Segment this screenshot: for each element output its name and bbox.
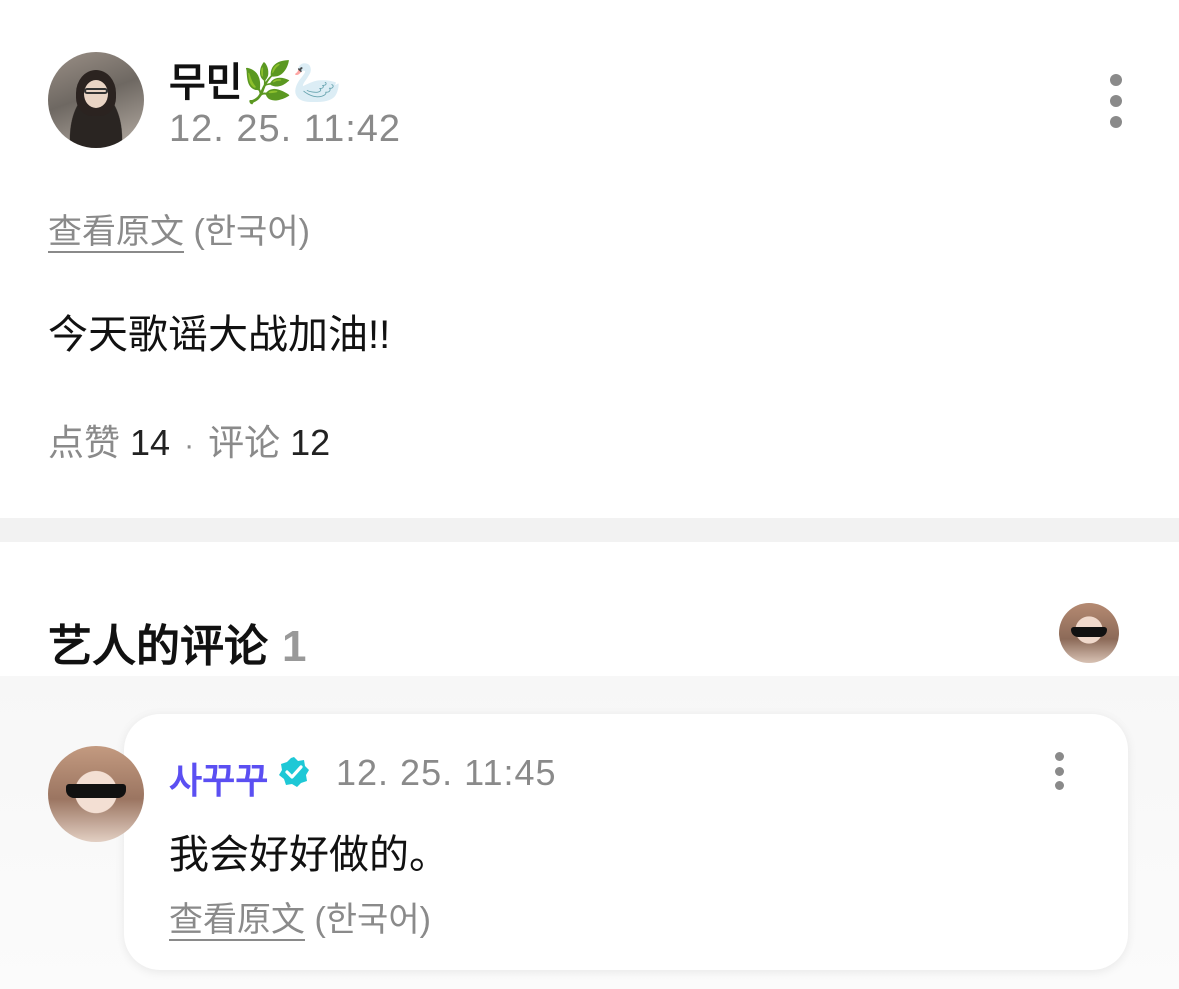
commenter-name[interactable]: 사꾸꾸 <box>169 752 268 804</box>
original-language: (한국어) <box>193 213 310 251</box>
comments-label[interactable]: 评论 <box>208 422 280 463</box>
commenter-avatar[interactable] <box>48 746 144 842</box>
post-stats: 点赞 14 · 评论 12 <box>48 414 330 466</box>
comment-view-original: 查看原文 (한국어) <box>169 892 431 941</box>
view-original-link[interactable]: 查看原文 <box>48 213 184 251</box>
post-timestamp: 12. 25. 11:42 <box>169 108 402 150</box>
avatar-face <box>84 80 108 108</box>
sunglasses <box>66 784 126 798</box>
view-original-link[interactable]: 查看原文 <box>169 901 305 939</box>
dot <box>1110 74 1122 86</box>
dot <box>1054 766 1064 776</box>
sunglasses <box>1071 627 1107 637</box>
dot <box>1110 95 1122 107</box>
original-language: (한국어) <box>314 901 431 939</box>
author-name-text: 무민 <box>169 61 243 105</box>
likes-count: 14 <box>130 422 171 463</box>
section-divider <box>0 518 1179 542</box>
author-name[interactable]: 무민🌿🦢 <box>169 50 342 108</box>
verified-badge-icon <box>279 757 309 787</box>
avatar-glasses <box>84 88 108 94</box>
comment-timestamp: 12. 25. 11:45 <box>336 752 557 793</box>
dot <box>1054 752 1064 761</box>
comments-count: 12 <box>290 422 331 463</box>
artist-comments-title: 艺人的评论 1 <box>48 610 306 674</box>
author-emoji: 🌿🦢 <box>242 61 343 105</box>
artist-comments-count: 1 <box>282 622 307 671</box>
likes-label[interactable]: 点赞 <box>48 422 120 463</box>
artist-comments-label: 艺人的评论 <box>48 622 268 671</box>
post-view-original: 查看原文 (한국어) <box>48 204 310 253</box>
artist-avatar-small[interactable] <box>1059 603 1119 663</box>
author-avatar[interactable] <box>48 52 144 148</box>
comment-more-icon[interactable] <box>1049 752 1069 790</box>
post-more-icon[interactable] <box>1106 74 1126 128</box>
post-body: 今天歌谣大战加油!! <box>48 313 391 357</box>
dot <box>1110 116 1122 128</box>
comment-body: 我会好好做的。 <box>169 833 449 877</box>
dot <box>1054 781 1064 790</box>
stats-separator: · <box>184 429 195 462</box>
